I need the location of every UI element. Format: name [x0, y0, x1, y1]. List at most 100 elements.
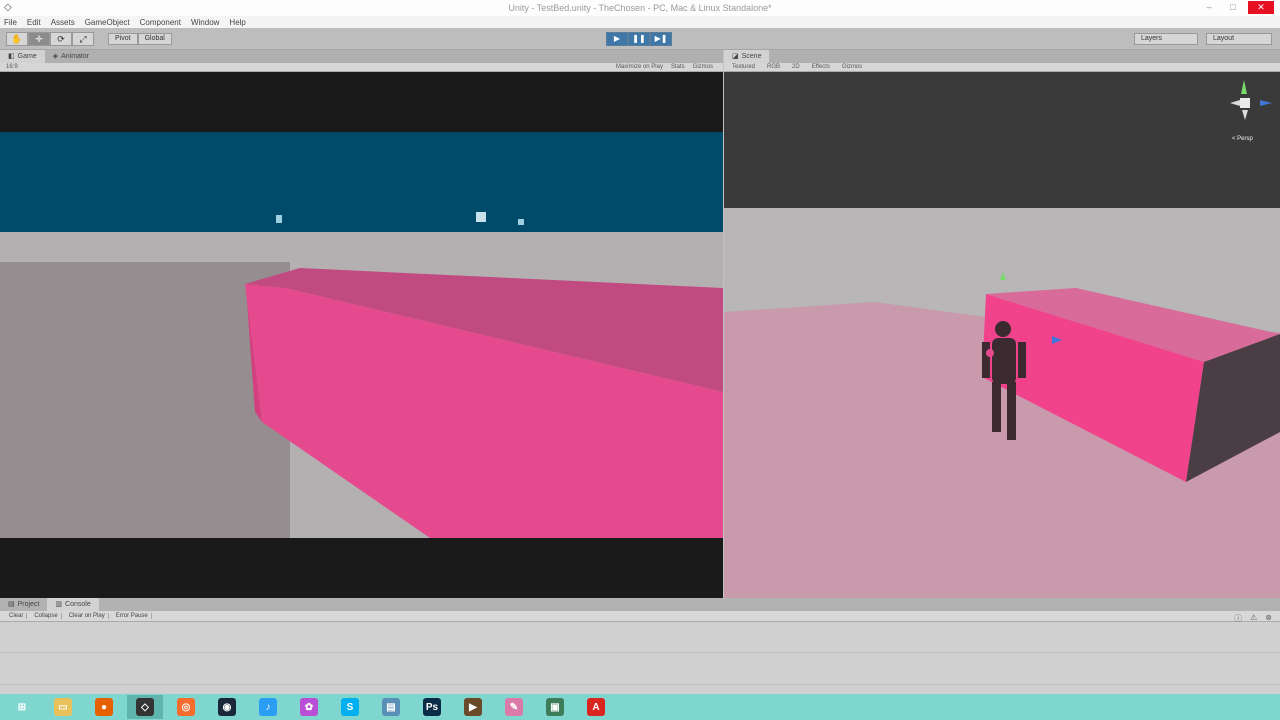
effects-dropdown[interactable]: Effects [812, 63, 830, 71]
console-log[interactable] [0, 622, 1280, 694]
console-panel: ▤ Project ▥ Console Clear Collapse Clear… [0, 598, 1280, 694]
taskbar-item[interactable]: S [332, 695, 368, 719]
firefox-icon: ● [95, 698, 113, 716]
taskbar-item[interactable]: ◎ [168, 695, 204, 719]
notepad-icon: ▤ [382, 698, 400, 716]
taskbar-item[interactable]: ♪ [250, 695, 286, 719]
tab-game-label: Game [17, 53, 37, 60]
tab-scene-label: Scene [741, 53, 762, 60]
letterbox-bottom [0, 538, 723, 598]
axis-gizmo-icon [1230, 80, 1272, 120]
game-render [0, 72, 723, 598]
steam-icon: ◉ [218, 698, 236, 716]
console-toolbar: Clear Collapse Clear on Play Error Pause [0, 611, 1280, 622]
menu-gameobject[interactable]: GameObject [85, 18, 130, 27]
sky [0, 132, 723, 232]
scene-viewport[interactable]: < Persp [724, 72, 1280, 598]
media-icon: ▶ [464, 698, 482, 716]
gamepad-icon: ◧ [8, 53, 15, 60]
taskbar-item[interactable]: ▤ [373, 695, 409, 719]
menu-bar: File Edit Assets GameObject Component Wi… [0, 16, 1280, 28]
tab-animator[interactable]: ◈ Animator [45, 50, 97, 63]
minimize-button[interactable]: – [1200, 1, 1218, 14]
menu-edit[interactable]: Edit [27, 18, 41, 27]
tab-project[interactable]: ▤ Project [0, 598, 47, 611]
acrobat-icon: A [587, 698, 605, 716]
taskbar-item[interactable]: Ps [414, 695, 450, 719]
file-explorer-icon: ▭ [54, 698, 72, 716]
taskbar-item[interactable]: A [578, 695, 614, 719]
scene-sky [724, 72, 1280, 208]
scene-render [724, 72, 1280, 598]
move-tool-icon[interactable]: ✛ [28, 32, 50, 46]
game-tabbar: ◧ Game ◈ Animator [0, 50, 723, 63]
console-icon: ▥ [55, 601, 63, 608]
play-button[interactable]: ▶ [606, 32, 628, 46]
origin-icon: ◎ [177, 698, 195, 716]
tab-scene[interactable]: ◪ Scene [724, 50, 770, 63]
menu-help[interactable]: Help [229, 18, 245, 27]
menu-window[interactable]: Window [191, 18, 219, 27]
scene-orientation-gizmo[interactable]: < Persp [1228, 78, 1272, 142]
scene-gizmos-dropdown[interactable]: Gizmos [842, 63, 862, 71]
pivot-toggle-button[interactable]: Pivot [108, 33, 138, 45]
menu-component[interactable]: Component [140, 18, 181, 27]
layers-dropdown[interactable]: Layers [1134, 33, 1198, 45]
aspect-dropdown[interactable]: 16:9 [6, 64, 18, 70]
itunes-icon: ♪ [259, 698, 277, 716]
taskbar-item[interactable]: ▭ [45, 695, 81, 719]
taskbar-item[interactable]: ✎ [496, 695, 532, 719]
scale-tool-icon[interactable]: ⤢ [72, 32, 94, 46]
paint-icon: ✎ [505, 698, 523, 716]
tab-game[interactable]: ◧ Game [0, 50, 45, 63]
taskbar-item[interactable]: ◉ [209, 695, 245, 719]
project-icon: ▤ [8, 601, 15, 608]
screen-recorder-icon: ▣ [546, 698, 564, 716]
tab-project-label: Project [17, 601, 40, 608]
shading-mode-dropdown[interactable]: Textured [732, 63, 755, 71]
log-divider [0, 652, 1280, 653]
scene-icon: ◪ [732, 53, 739, 60]
clear-on-play-button[interactable]: Clear on Play [66, 613, 109, 619]
scene-toolbar: Textured RGB 2D Effects Gizmos [724, 63, 1280, 72]
play-controls: ▶ ❚❚ ▶❚ [606, 32, 672, 46]
maximize-button[interactable]: □ [1224, 1, 1242, 14]
animator-icon: ◈ [52, 53, 59, 60]
window-title: Unity - TestBed.unity - TheChosen - PC, … [508, 3, 772, 13]
gizmos-toggle[interactable]: Gizmos [693, 64, 713, 70]
rotate-tool-icon[interactable]: ⟳ [50, 32, 72, 46]
2d-toggle[interactable]: 2D [792, 63, 800, 71]
pause-button[interactable]: ❚❚ [628, 32, 650, 46]
stats-toggle[interactable]: Stats [671, 64, 685, 70]
console-tabbar: ▤ Project ▥ Console [0, 598, 1280, 611]
scene-tabbar: ◪ Scene [724, 50, 1280, 63]
game-subbar: 16:9 Maximize on Play Stats Gizmos [0, 63, 723, 72]
taskbar-item[interactable]: ◇ [127, 695, 163, 719]
unity-icon: ◇ [136, 698, 154, 716]
rgb-dropdown[interactable]: RGB [767, 63, 780, 71]
close-button[interactable]: ✕ [1248, 1, 1274, 14]
game-viewport[interactable] [0, 72, 723, 598]
taskbar-item[interactable]: ● [86, 695, 122, 719]
maximize-on-play-toggle[interactable]: Maximize on Play [616, 64, 663, 70]
distant-object [518, 219, 524, 225]
persp-label[interactable]: < Persp [1232, 136, 1253, 142]
layout-dropdown[interactable]: Layout [1206, 33, 1272, 45]
picasa-icon: ✿ [300, 698, 318, 716]
transform-tools: ✋ ✛ ⟳ ⤢ [6, 32, 94, 46]
collapse-button[interactable]: Collapse [31, 613, 62, 619]
taskbar-item[interactable]: ▶ [455, 695, 491, 719]
clear-button[interactable]: Clear [6, 613, 28, 619]
hand-tool-icon[interactable]: ✋ [6, 32, 28, 46]
error-pause-button[interactable]: Error Pause [113, 613, 152, 619]
taskbar-item[interactable]: ⊞ [4, 695, 40, 719]
windows-start-icon: ⊞ [17, 701, 27, 713]
global-toggle-button[interactable]: Global [137, 33, 172, 45]
tab-console[interactable]: ▥ Console [47, 598, 99, 611]
main-toolbar: ✋ ✛ ⟳ ⤢ Pivot Global ▶ ❚❚ ▶❚ Layers Layo… [0, 28, 1280, 50]
menu-assets[interactable]: Assets [51, 18, 75, 27]
menu-file[interactable]: File [4, 18, 17, 27]
taskbar-item[interactable]: ✿ [291, 695, 327, 719]
taskbar-item[interactable]: ▣ [537, 695, 573, 719]
step-button[interactable]: ▶❚ [650, 32, 672, 46]
